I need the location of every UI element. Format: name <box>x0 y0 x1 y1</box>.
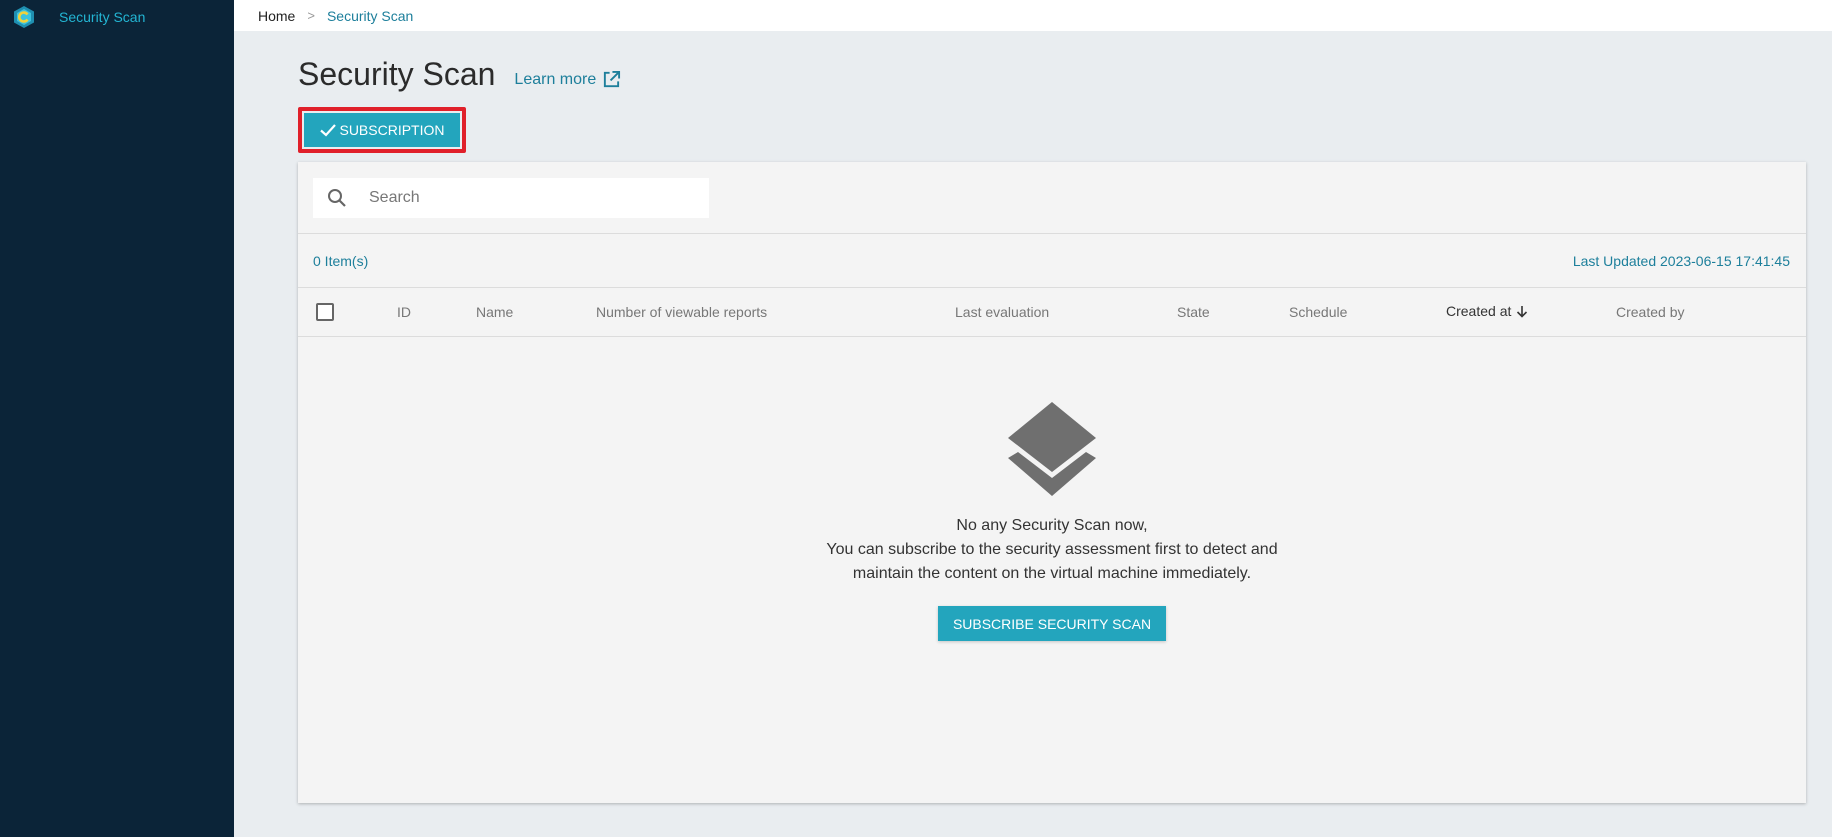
select-all-checkbox[interactable] <box>316 303 334 321</box>
column-header-name[interactable]: Name <box>476 304 513 320</box>
layers-icon <box>1008 402 1096 496</box>
subscription-button-label: SUBSCRIPTION <box>339 122 445 138</box>
empty-state: No any Security Scan now, You can subscr… <box>298 402 1806 641</box>
subscription-button[interactable]: SUBSCRIPTION <box>304 113 460 147</box>
empty-state-line-3: maintain the content on the virtual mach… <box>852 565 1252 582</box>
subscription-button-highlight: SUBSCRIPTION <box>298 107 466 153</box>
search-box[interactable] <box>313 178 709 218</box>
column-header-reports[interactable]: Number of viewable reports <box>596 304 767 320</box>
sidebar-brand[interactable]: Security Scan <box>0 0 234 34</box>
security-scan-list-panel: 0 Item(s) Last Updated 2023-06-15 17:41:… <box>298 162 1806 803</box>
column-header-schedule[interactable]: Schedule <box>1289 304 1347 320</box>
list-meta-row: 0 Item(s) Last Updated 2023-06-15 17:41:… <box>298 234 1806 288</box>
table-header: ID Name Number of viewable reports Last … <box>298 288 1806 337</box>
check-icon <box>320 124 337 137</box>
column-header-created-at[interactable]: Created at <box>1446 303 1528 319</box>
last-updated: Last Updated 2023-06-15 17:41:45 <box>1572 252 1790 269</box>
main-content: Security Scan Learn more SUBSCRIPTION Se… <box>298 31 1806 803</box>
column-header-state[interactable]: State <box>1177 304 1210 320</box>
empty-state-line-1: No any Security Scan now, <box>956 517 1148 534</box>
column-header-id[interactable]: ID <box>397 304 411 320</box>
external-link-icon <box>604 70 621 88</box>
empty-state-message: No any Security Scan now, You can subscr… <box>298 514 1806 586</box>
app-logo-icon <box>14 6 34 28</box>
title-row: Security Scan Learn more <box>298 56 1806 93</box>
breadcrumb-separator: > <box>307 8 315 23</box>
learn-more-link[interactable]: Learn more <box>514 70 621 89</box>
sidebar-item-security-scan[interactable]: Security Scan <box>59 9 145 25</box>
search-area <box>298 162 1806 234</box>
breadcrumb-home[interactable]: Home <box>258 8 295 24</box>
column-header-created-by[interactable]: Created by <box>1616 304 1684 320</box>
column-header-created-at-label: Created at <box>1446 303 1512 319</box>
breadcrumb: Home > Security Scan <box>234 0 1832 31</box>
empty-state-line-2: You can subscribe to the security assess… <box>826 541 1278 558</box>
learn-more-label: Learn more <box>514 70 597 88</box>
search-icon <box>328 189 346 207</box>
column-header-last-evaluation[interactable]: Last evaluation <box>955 304 1049 320</box>
breadcrumb-current: Security Scan <box>326 7 414 24</box>
page-title: Security Scan <box>298 56 496 92</box>
search-input[interactable] <box>369 189 689 207</box>
arrow-down-icon <box>1517 305 1528 318</box>
subscribe-security-scan-button[interactable]: SUBSCRIBE SECURITY SCAN <box>938 606 1166 641</box>
item-count: 0 Item(s) <box>313 252 369 269</box>
sidebar: Security Scan <box>0 0 234 837</box>
